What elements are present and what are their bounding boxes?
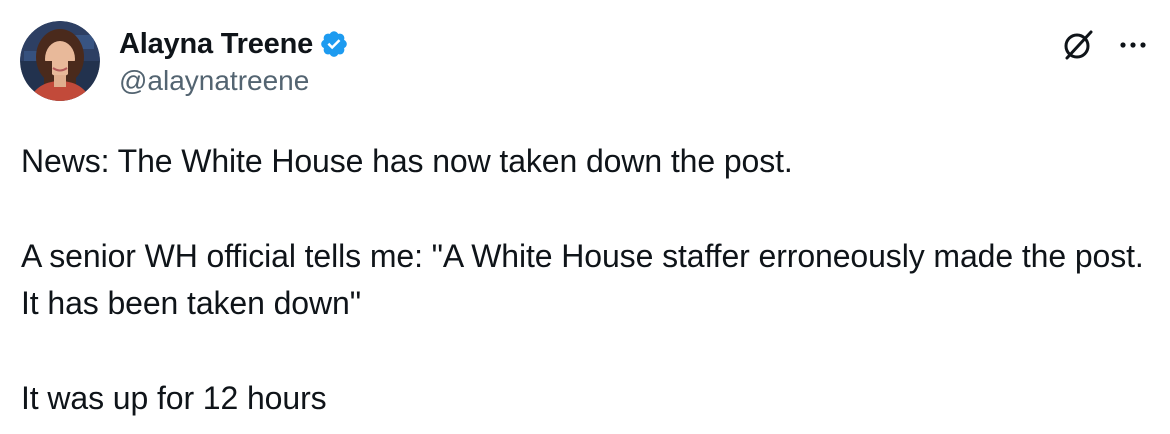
grok-icon[interactable] bbox=[1061, 28, 1095, 62]
tweet-paragraph: News: The White House has now taken down… bbox=[21, 143, 793, 179]
verified-badge-icon[interactable] bbox=[319, 29, 349, 59]
author-handle[interactable]: @alaynatreene bbox=[119, 65, 309, 97]
avatar-image bbox=[20, 21, 100, 101]
author-name-row[interactable]: Alayna Treene bbox=[119, 26, 349, 62]
tweet-paragraph: A senior WH official tells me: "A White … bbox=[21, 238, 1153, 321]
more-options-icon[interactable] bbox=[1115, 30, 1151, 60]
tweet-card: Alayna Treene @alaynatreene News: The Wh… bbox=[0, 0, 1170, 434]
avatar[interactable] bbox=[20, 21, 100, 101]
tweet-text: News: The White House has now taken down… bbox=[21, 138, 1146, 422]
tweet-paragraph: It was up for 12 hours bbox=[21, 380, 327, 416]
author-display-name[interactable]: Alayna Treene bbox=[119, 28, 313, 61]
